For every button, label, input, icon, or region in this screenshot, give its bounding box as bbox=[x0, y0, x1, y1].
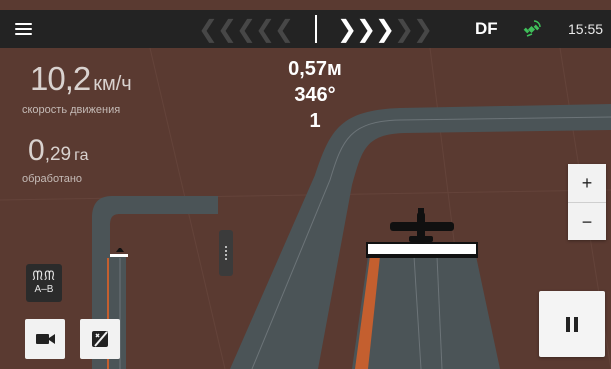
left-chevron-icon: ❮ bbox=[274, 15, 295, 43]
speed-unit: км/ч bbox=[93, 73, 132, 95]
zoom-in-button[interactable]: + bbox=[568, 164, 606, 202]
speed-label: скорость движения bbox=[22, 104, 121, 116]
drag-handle-icon[interactable] bbox=[219, 230, 233, 276]
implement-bar bbox=[368, 244, 476, 254]
left-chevron-icon: ❮ bbox=[198, 15, 219, 43]
correction-mode-label[interactable]: DF bbox=[475, 19, 498, 39]
area-value-int: 0 bbox=[28, 134, 45, 167]
zoom-control: + − bbox=[568, 164, 606, 240]
clock: 15:55 bbox=[568, 21, 604, 37]
navigation-screen: ❮ ❮ ❮ ❮ ❮ ❯ ❯ ❯ ❯ ❯ DF 15:55 10,2 км/ч ск… bbox=[0, 0, 611, 369]
top-bar: ❮ ❮ ❮ ❮ ❮ ❯ ❯ ❯ ❯ ❯ DF 15:55 bbox=[0, 10, 611, 48]
area-value-frac: ,29 bbox=[44, 144, 72, 165]
mini-implement bbox=[110, 254, 128, 257]
camera-button[interactable] bbox=[25, 319, 65, 359]
area-unit: га bbox=[74, 147, 89, 164]
area-label: обработано bbox=[22, 173, 83, 185]
left-chevron-icon: ❮ bbox=[236, 15, 257, 43]
pause-icon bbox=[566, 317, 570, 332]
cross-track-offset: 0,57м bbox=[288, 58, 342, 80]
guidance-info: 0,57м 346° 1 bbox=[270, 56, 360, 134]
satellite-icon[interactable] bbox=[522, 19, 542, 39]
right-chevron-icon: ❯ bbox=[394, 15, 415, 43]
right-chevron-icon: ❯ bbox=[375, 15, 396, 43]
speed-readout: 10,2 км/ч bbox=[30, 60, 132, 98]
right-chevron-icon: ❯ bbox=[337, 15, 358, 43]
ab-line-label: A–B bbox=[34, 284, 54, 295]
lightbar-guidance: ❮ ❮ ❮ ❮ ❮ ❯ ❯ ❯ ❯ ❯ bbox=[198, 12, 434, 46]
heading-value: 346° bbox=[294, 84, 336, 106]
zoom-out-button[interactable]: − bbox=[568, 203, 606, 241]
video-camera-icon bbox=[36, 334, 55, 344]
ab-line-button[interactable]: ᙏᙏ A–B bbox=[26, 264, 62, 302]
ab-line-icon: ᙏᙏ bbox=[32, 268, 56, 283]
camera-off-icon bbox=[92, 331, 108, 347]
right-chevron-icon: ❯ bbox=[413, 15, 434, 43]
left-chevron-icon: ❮ bbox=[255, 15, 276, 43]
line-number: 1 bbox=[309, 110, 321, 132]
pause-icon bbox=[574, 317, 578, 332]
pause-button[interactable] bbox=[539, 291, 605, 357]
hamburger-menu-icon[interactable] bbox=[12, 17, 36, 41]
lightbar-center-line bbox=[315, 15, 317, 43]
camera-off-button[interactable] bbox=[80, 319, 120, 359]
right-chevron-icon: ❯ bbox=[356, 15, 377, 43]
left-chevron-icon: ❮ bbox=[217, 15, 238, 43]
speed-value: 10,2 bbox=[30, 60, 91, 97]
area-readout: 0,29 га bbox=[28, 134, 89, 168]
